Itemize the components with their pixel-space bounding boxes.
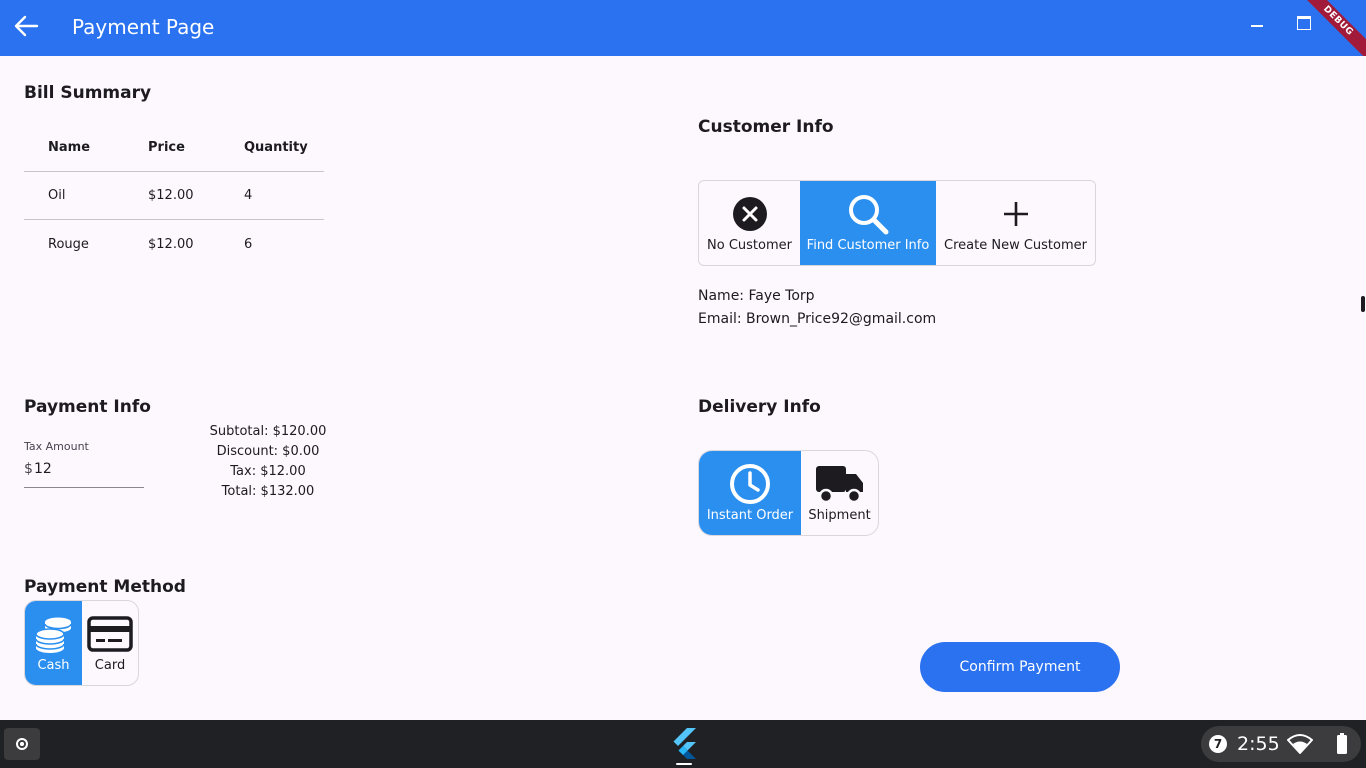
app-bar: Payment Page DEBUG	[0, 0, 1366, 56]
scrollbar-handle[interactable]	[1361, 296, 1365, 312]
delivery-info-title: Delivery Info	[698, 397, 821, 417]
credit-card-icon	[87, 614, 133, 654]
taskbar: 7 2:55	[0, 720, 1366, 768]
shipment-label: Shipment	[808, 507, 871, 523]
coins-stack-icon	[32, 614, 76, 654]
item-quantity: 6	[244, 236, 253, 252]
shipment-option[interactable]: Shipment	[801, 451, 878, 535]
page-title: Payment Page	[72, 15, 215, 39]
table-row: Rouge $12.00 6	[24, 220, 324, 268]
customer-option-selector: No Customer Find Customer Info Create Ne…	[698, 180, 1096, 266]
delivery-option-selector: Instant Order Shipment	[698, 450, 879, 536]
item-price: $12.00	[148, 188, 194, 203]
discount-text: Discount: $0.00	[216, 444, 320, 459]
payment-info-title: Payment Info	[24, 397, 151, 417]
flutter-app-button[interactable]	[668, 726, 700, 765]
status-tray[interactable]: 7 2:55	[1201, 726, 1361, 762]
confirm-payment-button[interactable]: Confirm Payment	[920, 642, 1120, 692]
payment-method-selector: Cash Card	[24, 600, 139, 686]
bill-summary-title: Bill Summary	[24, 83, 152, 103]
table-header-row: Name Price Quantity	[24, 124, 324, 172]
find-customer-label: Find Customer Info	[806, 237, 930, 253]
tax-amount-input[interactable]	[34, 461, 134, 477]
create-customer-option[interactable]: Create New Customer	[936, 181, 1095, 265]
item-name: Oil	[48, 188, 66, 203]
instant-order-option[interactable]: Instant Order	[699, 451, 801, 535]
totals-summary: Subtotal: $120.00 Discount: $0.00 Tax: $…	[200, 422, 336, 502]
back-button[interactable]	[8, 8, 44, 44]
cash-label: Cash	[37, 657, 70, 673]
item-price: $12.00	[148, 236, 194, 252]
table-row: Oil $12.00 4	[24, 172, 324, 220]
minimize-icon[interactable]	[1246, 14, 1268, 36]
arrow-left-icon	[14, 15, 39, 37]
create-customer-label: Create New Customer	[944, 237, 1087, 253]
no-customer-option[interactable]: No Customer	[699, 181, 800, 265]
cancel-circle-icon	[732, 194, 768, 234]
find-customer-option[interactable]: Find Customer Info	[800, 181, 936, 265]
total-text: Total: $132.00	[221, 484, 315, 499]
card-label: Card	[94, 657, 126, 673]
tax-amount-field[interactable]: Tax Amount $	[24, 440, 144, 488]
customer-info-title: Customer Info	[698, 117, 834, 137]
item-quantity: 4	[244, 188, 253, 203]
customer-email: Email: Brown_Price92@gmail.com	[698, 311, 937, 327]
column-header-name: Name	[48, 140, 91, 155]
truck-icon	[815, 464, 865, 504]
tax-amount-label: Tax Amount	[24, 440, 89, 453]
customer-name: Name: Faye Torp	[698, 288, 815, 304]
payment-method-title: Payment Method	[24, 577, 186, 597]
clock-time: 2:55	[1237, 733, 1280, 755]
plus-icon	[1002, 194, 1030, 234]
clock-icon	[729, 463, 771, 504]
column-header-quantity: Quantity	[244, 140, 308, 155]
wifi-icon	[1287, 734, 1313, 754]
column-header-price: Price	[148, 140, 185, 155]
search-icon	[847, 194, 889, 234]
maximize-icon[interactable]	[1292, 12, 1314, 34]
active-app-indicator	[676, 763, 692, 765]
tax-text: Tax: $12.00	[230, 464, 306, 479]
notification-count: 7	[1209, 735, 1227, 753]
bill-table: Name Price Quantity Oil $12.00 4 Rouge $…	[24, 124, 324, 268]
instant-order-label: Instant Order	[706, 507, 794, 523]
payment-method-cash[interactable]: Cash	[25, 601, 82, 685]
battery-icon	[1337, 733, 1347, 754]
item-name: Rouge	[48, 236, 89, 252]
subtotal-text: Subtotal: $120.00	[209, 424, 327, 439]
flutter-logo-icon	[673, 728, 696, 759]
currency-prefix: $	[24, 461, 33, 477]
payment-method-card[interactable]: Card	[82, 601, 138, 685]
launcher-icon[interactable]	[4, 728, 40, 760]
no-customer-label: No Customer	[707, 237, 792, 253]
